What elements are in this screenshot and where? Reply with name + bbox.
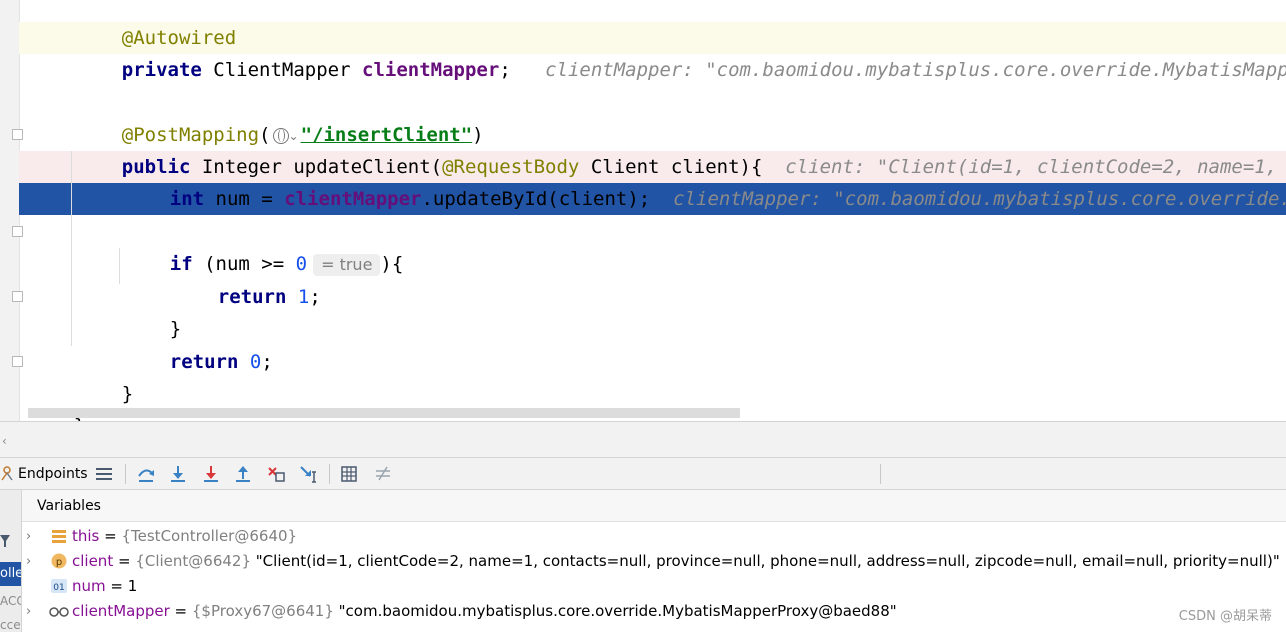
chevron-right-icon[interactable]: ›	[26, 599, 31, 624]
equals-sign: =	[99, 527, 122, 545]
step-into-icon[interactable]	[169, 464, 187, 484]
debug-inline-value: clientMapper: "com.baomidou.mybatisplus.…	[545, 59, 1286, 81]
collapse-arrow-icon[interactable]: ‹	[2, 434, 7, 448]
variable-value: "com.baomidou.mybatisplus.core.override.…	[338, 602, 897, 620]
variables-title: Variables	[37, 498, 101, 514]
frame-item-selected[interactable]: oller	[0, 562, 21, 586]
toolbar-separator	[329, 464, 330, 484]
equals-sign: =	[105, 577, 128, 595]
field-name: clientMapper	[362, 59, 500, 81]
variable-value: "Client(id=1, clientCode=2, name=1, cont…	[255, 552, 1280, 570]
code-line-post-mapping[interactable]: @PostMapping(⌄ "/insertClient")	[76, 87, 484, 146]
type-name: ClientMapper	[213, 59, 351, 81]
frame-item[interactable]: cce	[0, 618, 21, 632]
field-icon	[52, 530, 66, 543]
code-line-return-zero[interactable]: return 0;	[124, 314, 273, 373]
variable-name: num	[72, 577, 106, 595]
variable-type: {TestController@6640}	[121, 527, 298, 545]
filter-icon[interactable]	[0, 534, 10, 548]
fold-marker[interactable]	[12, 356, 23, 367]
menu-icon[interactable]	[95, 464, 113, 484]
indent-guide	[71, 151, 72, 346]
statement-rest: .updateById(client);	[421, 188, 651, 210]
svg-text:p: p	[56, 557, 62, 568]
watch-icon	[49, 607, 69, 617]
code-line-update-call[interactable]: int num = clientMapper.updateById(client…	[124, 151, 1286, 210]
keyword: return	[217, 286, 287, 308]
chevron-right-icon[interactable]: ›	[26, 549, 31, 574]
horizontal-scrollbar[interactable]	[28, 408, 740, 418]
toolbar-separator	[125, 464, 126, 484]
endpoints-icon[interactable]	[0, 466, 14, 482]
keyword: return	[169, 351, 239, 373]
code-line-return-one[interactable]: return 1;	[172, 249, 321, 308]
semicolon: ;	[261, 351, 273, 373]
primitive-icon: 01	[51, 579, 67, 593]
chevron-right-icon[interactable]: ›	[26, 524, 31, 549]
variables-header: Variables	[22, 490, 1286, 522]
debug-toolbar: Endpoints	[0, 457, 1286, 490]
trace-stream-icon[interactable]	[374, 464, 392, 484]
inlay-hint: = true	[313, 253, 381, 276]
svg-text:01: 01	[53, 583, 64, 593]
semicolon: ;	[309, 286, 321, 308]
run-to-cursor-icon[interactable]	[299, 464, 319, 484]
toolbar-separator	[880, 464, 881, 484]
variable-row-client[interactable]: › p client = {Client@6642} "Client(id=1,…	[22, 549, 1286, 574]
variable-name: client	[72, 552, 114, 570]
code-line-method-signature[interactable]: public Integer updateClient(@RequestBody…	[76, 119, 1286, 178]
code-line-class-close[interactable]: }	[28, 378, 85, 421]
fold-marker[interactable]	[12, 226, 23, 237]
code-line-division[interactable]: int a = 2/0;	[124, 183, 307, 242]
brace: }	[121, 383, 134, 405]
code-line-close-brace[interactable]: }	[76, 346, 133, 405]
variable-name: clientMapper	[72, 602, 170, 620]
code-line-field-declaration[interactable]: private ClientMapper clientMapper; clien…	[76, 22, 1286, 81]
code-editor[interactable]: @Autowired private ClientMapper clientMa…	[0, 0, 1286, 421]
code-line-if[interactable]: if (num >= 0 = true){	[124, 216, 403, 276]
equals-sign: =	[169, 602, 192, 620]
equals-sign: =	[113, 552, 136, 570]
variable-row-num[interactable]: 01 num = 1	[22, 574, 1286, 599]
parameter-icon: p	[51, 553, 67, 569]
evaluate-expression-icon[interactable]	[341, 464, 357, 484]
number-literal: 0	[249, 351, 262, 373]
variable-type: {$Proxy67@6641}	[191, 602, 334, 620]
panel-divider[interactable]: ‹	[0, 421, 1286, 457]
frame-item[interactable]: ACC	[0, 594, 21, 608]
debug-inline-value: clientMapper: "com.baomidou.mybatisplus.…	[673, 188, 1286, 210]
number-literal: 1	[297, 286, 310, 308]
drop-frame-icon[interactable]	[267, 464, 285, 484]
variable-row-this[interactable]: › this = {TestController@6640}	[22, 524, 1286, 549]
variable-value: 1	[127, 577, 138, 595]
semicolon: ;	[499, 59, 511, 81]
step-out-icon[interactable]	[234, 464, 252, 484]
variable-name: this	[72, 527, 100, 545]
fold-marker[interactable]	[12, 291, 23, 302]
variable-row-clientmapper[interactable]: › clientMapper = {$Proxy67@6641} "com.ba…	[22, 599, 1286, 624]
keyword: private	[121, 59, 202, 81]
frames-panel-strip[interactable]: oller ACC cce	[0, 490, 22, 632]
force-step-into-icon[interactable]	[202, 464, 220, 484]
condition-end: ){	[380, 253, 404, 275]
code-line-autowired[interactable]: @Autowired	[76, 0, 236, 49]
endpoints-tab[interactable]: Endpoints	[18, 465, 88, 483]
variable-type: {Client@6642}	[135, 552, 251, 570]
csdn-watermark: CSDN @胡呆蒂	[1178, 609, 1272, 624]
step-over-icon[interactable]	[137, 464, 155, 484]
code-line-close-brace[interactable]: }	[124, 281, 181, 340]
fold-marker[interactable]	[12, 129, 23, 140]
indent-guide	[119, 248, 120, 284]
